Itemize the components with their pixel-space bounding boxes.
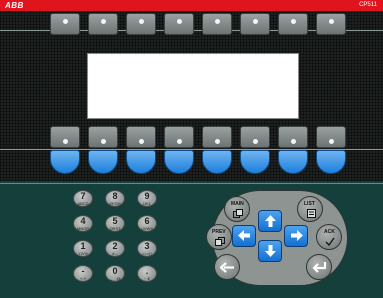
key-4[interactable]: 4 MNOP [73, 215, 93, 232]
enter-icon [312, 262, 327, 273]
function-key-top-6[interactable] [240, 13, 270, 35]
dot-icon [215, 139, 220, 144]
model-label: CP511 [359, 2, 377, 8]
pages-icon [233, 209, 243, 218]
key-minus[interactable]: - +-*/ [73, 265, 93, 282]
function-key-bottom-6[interactable] [240, 126, 270, 148]
key-letters: YZ/% [78, 251, 88, 256]
ack-icon [325, 237, 335, 246]
key-letters: QRST [109, 226, 121, 231]
dot-icon [329, 139, 334, 144]
dot-icon [253, 139, 258, 144]
function-key-bottom-1[interactable] [50, 126, 80, 148]
lcd-screen[interactable] [87, 53, 299, 119]
dot-icon [177, 139, 182, 144]
key-letters: IJKL [142, 201, 151, 206]
key-5[interactable]: 5 QRST [105, 215, 125, 232]
ack-label: ACK [324, 229, 335, 235]
dot-icon [101, 139, 106, 144]
function-key-bottom-5[interactable] [202, 126, 232, 148]
arrow-right-icon [291, 230, 303, 241]
key-letters: ABCD [77, 201, 89, 206]
prev-page-icon [215, 237, 225, 246]
function-key-top-8[interactable] [316, 13, 346, 35]
dot-icon [253, 19, 258, 24]
key-letters: <=>() [142, 251, 152, 256]
key-letters: MNOP [77, 226, 89, 231]
function-key-top-5[interactable] [202, 13, 232, 35]
brand-bar: ABB CP511 [0, 0, 383, 11]
main-label: MAIN [231, 201, 244, 207]
hmi-panel: ABB CP511 7 ABCD 8 EFGH 9 IJKL 4 MNOP 5 QRST … [0, 0, 383, 298]
ack-button[interactable]: ACK [316, 224, 342, 250]
function-key-top-2[interactable] [88, 13, 118, 35]
key-3[interactable]: 3 <=>() [137, 240, 157, 257]
dot-icon [101, 19, 106, 24]
function-key-bottom-4[interactable] [164, 126, 194, 148]
key-0[interactable]: 0 ␣ _ @ [105, 265, 125, 282]
dot-icon [63, 139, 68, 144]
key-1[interactable]: 1 YZ/% [73, 240, 93, 257]
key-letters: EFGH [109, 201, 121, 206]
prev-button[interactable]: PREV [206, 224, 232, 250]
key-letters: ␣ _ @ [109, 276, 121, 281]
function-key-top-3[interactable] [126, 13, 156, 35]
arrow-up-button[interactable] [258, 210, 282, 232]
arrow-left-button[interactable] [232, 225, 256, 247]
key-2[interactable]: 2 #,;: [105, 240, 125, 257]
function-key-top-1[interactable] [50, 13, 80, 35]
function-key-top-7[interactable] [278, 13, 308, 35]
back-arrow-icon [220, 262, 234, 273]
arrow-right-button[interactable] [284, 225, 308, 247]
key-dot[interactable]: . · ,€ [137, 265, 157, 282]
list-icon [307, 209, 316, 218]
abb-logo: ABB [5, 1, 24, 10]
arrow-up-icon [265, 215, 276, 227]
main-button[interactable]: MAIN [224, 196, 250, 222]
list-button[interactable]: LIST [297, 196, 323, 222]
key-letters: · ,€ [144, 276, 150, 281]
function-key-top-4[interactable] [164, 13, 194, 35]
function-key-bottom-2[interactable] [88, 126, 118, 148]
key-letters: UVWX [141, 226, 153, 231]
dot-icon [177, 19, 182, 24]
arrow-left-icon [238, 230, 250, 241]
key-9[interactable]: 9 IJKL [137, 190, 157, 207]
key-7[interactable]: 7 ABCD [73, 190, 93, 207]
keypad-divider [0, 183, 383, 184]
back-button[interactable] [214, 254, 240, 280]
dot-icon [139, 19, 144, 24]
arrow-down-icon [265, 245, 276, 257]
key-6[interactable]: 6 UVWX [137, 215, 157, 232]
key-letters: #,;: [112, 251, 118, 256]
dot-icon [329, 19, 334, 24]
dot-icon [63, 19, 68, 24]
enter-button[interactable] [306, 254, 332, 280]
dot-icon [291, 139, 296, 144]
function-key-bottom-8[interactable] [316, 126, 346, 148]
dot-icon [291, 19, 296, 24]
key-8[interactable]: 8 EFGH [105, 190, 125, 207]
prev-label: PREV [212, 229, 226, 235]
function-key-bottom-3[interactable] [126, 126, 156, 148]
dot-icon [139, 139, 144, 144]
arrow-down-button[interactable] [258, 240, 282, 262]
function-key-bottom-7[interactable] [278, 126, 308, 148]
key-letters: +-*/ [79, 276, 87, 281]
list-label: LIST [304, 201, 315, 207]
dot-icon [215, 19, 220, 24]
